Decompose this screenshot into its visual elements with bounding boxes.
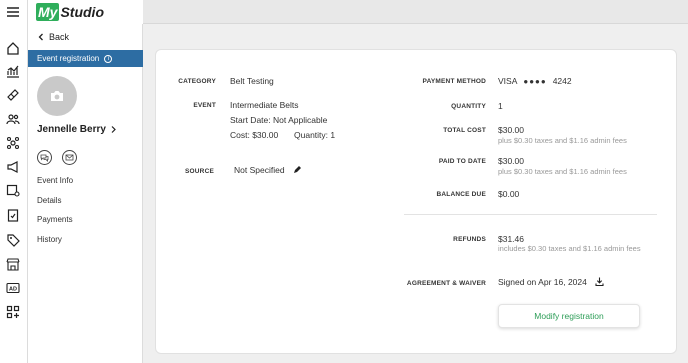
- edit-source-button[interactable]: [293, 165, 302, 176]
- calendar-settings-icon[interactable]: [5, 182, 21, 198]
- event-name: Intermediate Belts: [230, 100, 299, 110]
- refunds-label: REFUNDS: [453, 236, 486, 243]
- paid-to-date-value: $30.00: [498, 156, 524, 166]
- menu-icon[interactable]: [5, 4, 21, 20]
- download-icon: [595, 277, 604, 287]
- back-label: Back: [49, 32, 70, 42]
- molecule-icon[interactable]: [5, 135, 21, 151]
- nav-details[interactable]: Details: [37, 196, 61, 205]
- analytics-icon[interactable]: [5, 63, 21, 79]
- back-link[interactable]: Back: [37, 32, 69, 42]
- logo-prefix: My: [36, 3, 60, 21]
- source-row: Not Specified: [234, 165, 302, 176]
- mystudio-logo[interactable]: My Studio: [36, 3, 104, 21]
- mail-icon: [65, 154, 74, 161]
- contact-sidebar: Back Event registration i Jennelle Berry…: [28, 24, 143, 363]
- category-label: CATEGORY: [178, 78, 216, 85]
- nav-event-info[interactable]: Event Info: [37, 176, 73, 185]
- total-cost-value: $30.00: [498, 125, 524, 135]
- card-mask: ●●●●: [523, 77, 547, 86]
- payment-method-label: PAYMENT METHOD: [422, 78, 486, 85]
- source-label: SOURCE: [184, 168, 214, 175]
- email-button[interactable]: [62, 150, 77, 165]
- logo-suffix: Studio: [60, 4, 104, 20]
- ad-icon[interactable]: AD: [5, 280, 21, 296]
- ad-icon-label: AD: [9, 286, 17, 292]
- home-icon[interactable]: [5, 40, 21, 56]
- card-last4: 4242: [552, 76, 572, 86]
- pencil-icon: [293, 166, 301, 174]
- payment-method-value: VISA ●●●● 4242: [498, 76, 572, 86]
- event-start-date: Start Date: Not Applicable: [230, 115, 328, 125]
- event-cost: Cost: $30.00: [230, 130, 279, 140]
- chevron-left-icon: [38, 33, 43, 41]
- message-button[interactable]: [37, 150, 52, 165]
- camera-icon: [51, 91, 63, 101]
- divider: [404, 214, 657, 215]
- balance-due-label: BALANCE DUE: [436, 191, 486, 198]
- modify-registration-button[interactable]: Modify registration: [498, 304, 640, 328]
- agreement-row: Signed on Apr 16, 2024: [498, 277, 604, 288]
- nav-payments[interactable]: Payments: [37, 215, 73, 224]
- info-icon[interactable]: i: [104, 54, 113, 63]
- event-label: EVENT: [193, 102, 216, 109]
- tag-icon[interactable]: [5, 232, 21, 248]
- app: AD My Studio Back Event registration i Je…: [0, 0, 688, 363]
- people-icon[interactable]: [5, 111, 21, 127]
- event-quantity: Quantity: 1: [294, 130, 336, 140]
- apps-icon[interactable]: [5, 304, 21, 320]
- avatar[interactable]: [37, 76, 77, 116]
- card-brand: VISA: [498, 76, 518, 86]
- total-cost-label: TOTAL COST: [443, 127, 486, 134]
- refunds-note: includes $0.30 taxes and $1.16 admin fee…: [498, 244, 641, 253]
- ticket-icon[interactable]: [5, 87, 21, 103]
- contact-name: Jennelle Berry: [37, 124, 106, 135]
- nav-history[interactable]: History: [37, 235, 62, 244]
- quantity-value: 1: [498, 101, 503, 111]
- chevron-right-icon: [111, 126, 116, 133]
- agreement-value: Signed on Apr 16, 2024: [498, 277, 587, 287]
- agreement-waiver-label: AGREEMENT & WAIVER: [406, 280, 486, 287]
- source-value: Not Specified: [234, 165, 285, 175]
- paid-to-date-note: plus $0.30 taxes and $1.16 admin fees: [498, 167, 627, 176]
- clipboard-icon[interactable]: [5, 207, 21, 223]
- top-header: My Studio: [28, 0, 688, 24]
- chat-icon: [40, 154, 49, 162]
- megaphone-icon[interactable]: [5, 159, 21, 175]
- logo-area: My Studio: [28, 0, 143, 24]
- paid-to-date-label: PAID TO DATE: [438, 158, 486, 165]
- registration-card: CATEGORY Belt Testing EVENT Intermediate…: [155, 49, 677, 354]
- category-value: Belt Testing: [230, 76, 274, 86]
- contact-name-link[interactable]: Jennelle Berry: [37, 124, 117, 135]
- event-registration-label: Event registration: [37, 54, 100, 63]
- store-icon[interactable]: [5, 256, 21, 272]
- total-cost-note: plus $0.30 taxes and $1.16 admin fees: [498, 136, 627, 145]
- balance-due-value: $0.00: [498, 189, 520, 199]
- quantity-label: QUANTITY: [451, 103, 486, 110]
- nav-event-registration[interactable]: Event registration i: [28, 50, 143, 67]
- icon-rail: AD: [0, 0, 28, 363]
- download-waiver-button[interactable]: [595, 277, 604, 288]
